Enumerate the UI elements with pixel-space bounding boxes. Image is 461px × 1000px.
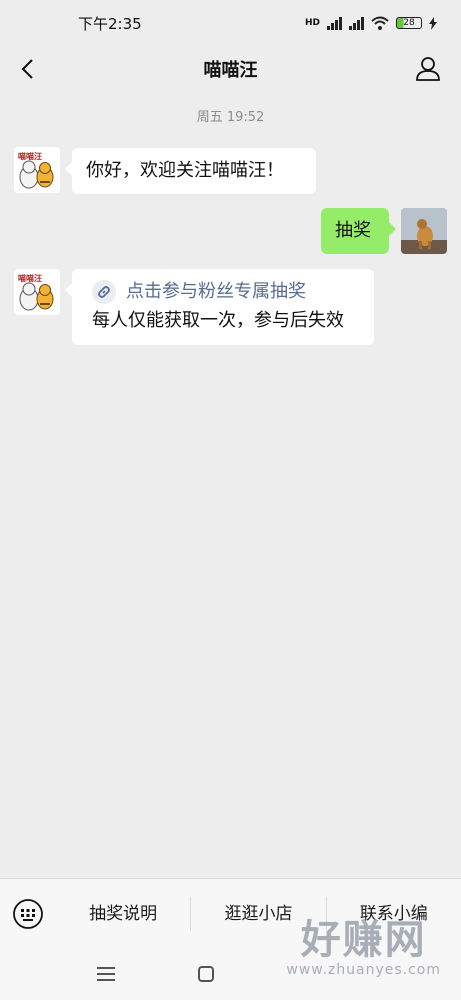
chat-title: 喵喵汪 <box>203 60 258 81</box>
wifi-icon <box>371 16 389 30</box>
dog-photo-icon <box>401 208 447 254</box>
person-icon <box>416 57 440 81</box>
status-time: 下午2:35 <box>78 14 142 33</box>
user-message-bubble[interactable]: 抽奖 <box>321 208 396 254</box>
watermark-logo: 好赚网 www.zhuanyes.com <box>286 918 441 978</box>
official-avatar[interactable]: 喵喵汪 <box>14 147 60 193</box>
menu-item-lottery-rules[interactable]: 抽奖说明 <box>56 896 190 932</box>
keyboard-icon <box>13 898 43 929</box>
link-text[interactable]: 点击参与粉丝专属抽奖 <box>126 279 306 305</box>
chat-header: 喵喵汪 <box>0 46 461 92</box>
back-button[interactable] <box>12 54 42 84</box>
home-icon[interactable] <box>197 965 215 983</box>
battery-level: 28 <box>403 18 415 28</box>
keyboard-toggle-button[interactable] <box>0 879 56 949</box>
charging-icon <box>429 16 437 30</box>
signal-icon <box>327 16 342 30</box>
watermark-url: www.zhuanyes.com <box>286 962 441 978</box>
profile-button[interactable] <box>413 54 443 84</box>
avatar-brand-text: 喵喵汪 <box>18 152 42 161</box>
user-avatar[interactable] <box>401 208 447 254</box>
lottery-link[interactable]: 点击参与粉丝专属抽奖 <box>92 279 360 305</box>
menu-icon[interactable] <box>96 966 117 982</box>
official-avatar[interactable]: 喵喵汪 <box>14 269 60 315</box>
message-text: 抽奖 <box>335 220 371 241</box>
battery-icon: 28 <box>396 17 422 29</box>
message-bubble[interactable]: 你好，欢迎关注喵喵汪！ <box>65 148 316 194</box>
message-timestamp: 周五 19:52 <box>196 110 265 125</box>
message-bubble[interactable]: 点击参与粉丝专属抽奖 每人仅能获取一次，参与后失效 <box>65 269 374 345</box>
avatar-brand-text: 喵喵汪 <box>18 274 42 283</box>
chevron-left-icon <box>21 59 33 79</box>
hd-badge: HD <box>304 18 320 28</box>
signal-icon-2 <box>349 16 364 30</box>
message-text: 你好，欢迎关注喵喵汪！ <box>86 160 284 181</box>
watermark-title: 好赚网 <box>300 917 427 963</box>
link-icon <box>92 280 116 304</box>
status-icons: HD 28 <box>305 16 437 30</box>
status-bar: 下午2:35 HD 28 <box>0 0 461 46</box>
message-text: 每人仅能获取一次，参与后失效 <box>92 310 344 331</box>
